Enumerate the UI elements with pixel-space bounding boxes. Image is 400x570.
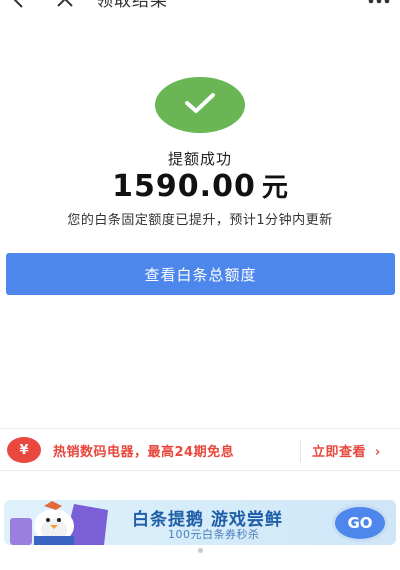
close-icon[interactable]	[54, 0, 76, 10]
success-check-badge	[155, 77, 245, 133]
description-text: 您的白条固定额度已提升，预计1分钟内更新	[67, 213, 333, 228]
carousel-indicator	[198, 548, 203, 553]
bottom-tab-bar	[32, 563, 368, 567]
promo-banner[interactable]: 白条提鹅 游戏尝鲜 100元白条券秒杀 GO	[4, 500, 396, 545]
chevron-right-icon: ›	[375, 445, 381, 460]
go-button[interactable]: GO	[332, 504, 388, 542]
promo-link-label: 立即查看	[312, 445, 367, 460]
more-icon[interactable]	[366, 0, 392, 10]
back-arrow-icon[interactable]	[8, 0, 30, 10]
amount-row: 1590.00 元	[0, 167, 400, 204]
banner-subtitle: 100元白条券秒杀	[168, 528, 260, 541]
divider	[0, 428, 400, 429]
amount-unit: 元	[261, 173, 288, 203]
view-total-credit-button[interactable]: 查看白条总额度	[6, 253, 395, 295]
status-text: 提额成功	[167, 150, 232, 168]
penguin-illustration-icon	[4, 500, 116, 545]
money-bag-icon: ¥	[7, 437, 41, 463]
promo-text: 热销数码电器，最高24期免息	[53, 445, 235, 460]
result-page: 领取结果 提额成功 1590.00 元 您的白条固定额度已提升，预计1分钟内更新 …	[0, 0, 400, 570]
amount-value: 1590.00	[112, 169, 256, 204]
check-icon	[183, 91, 217, 119]
promo-link[interactable]: 立即查看 ›	[312, 441, 381, 460]
header: 领取结果	[0, 0, 400, 12]
divider	[300, 440, 301, 462]
page-title: 领取结果	[96, 0, 168, 11]
divider	[0, 470, 400, 471]
